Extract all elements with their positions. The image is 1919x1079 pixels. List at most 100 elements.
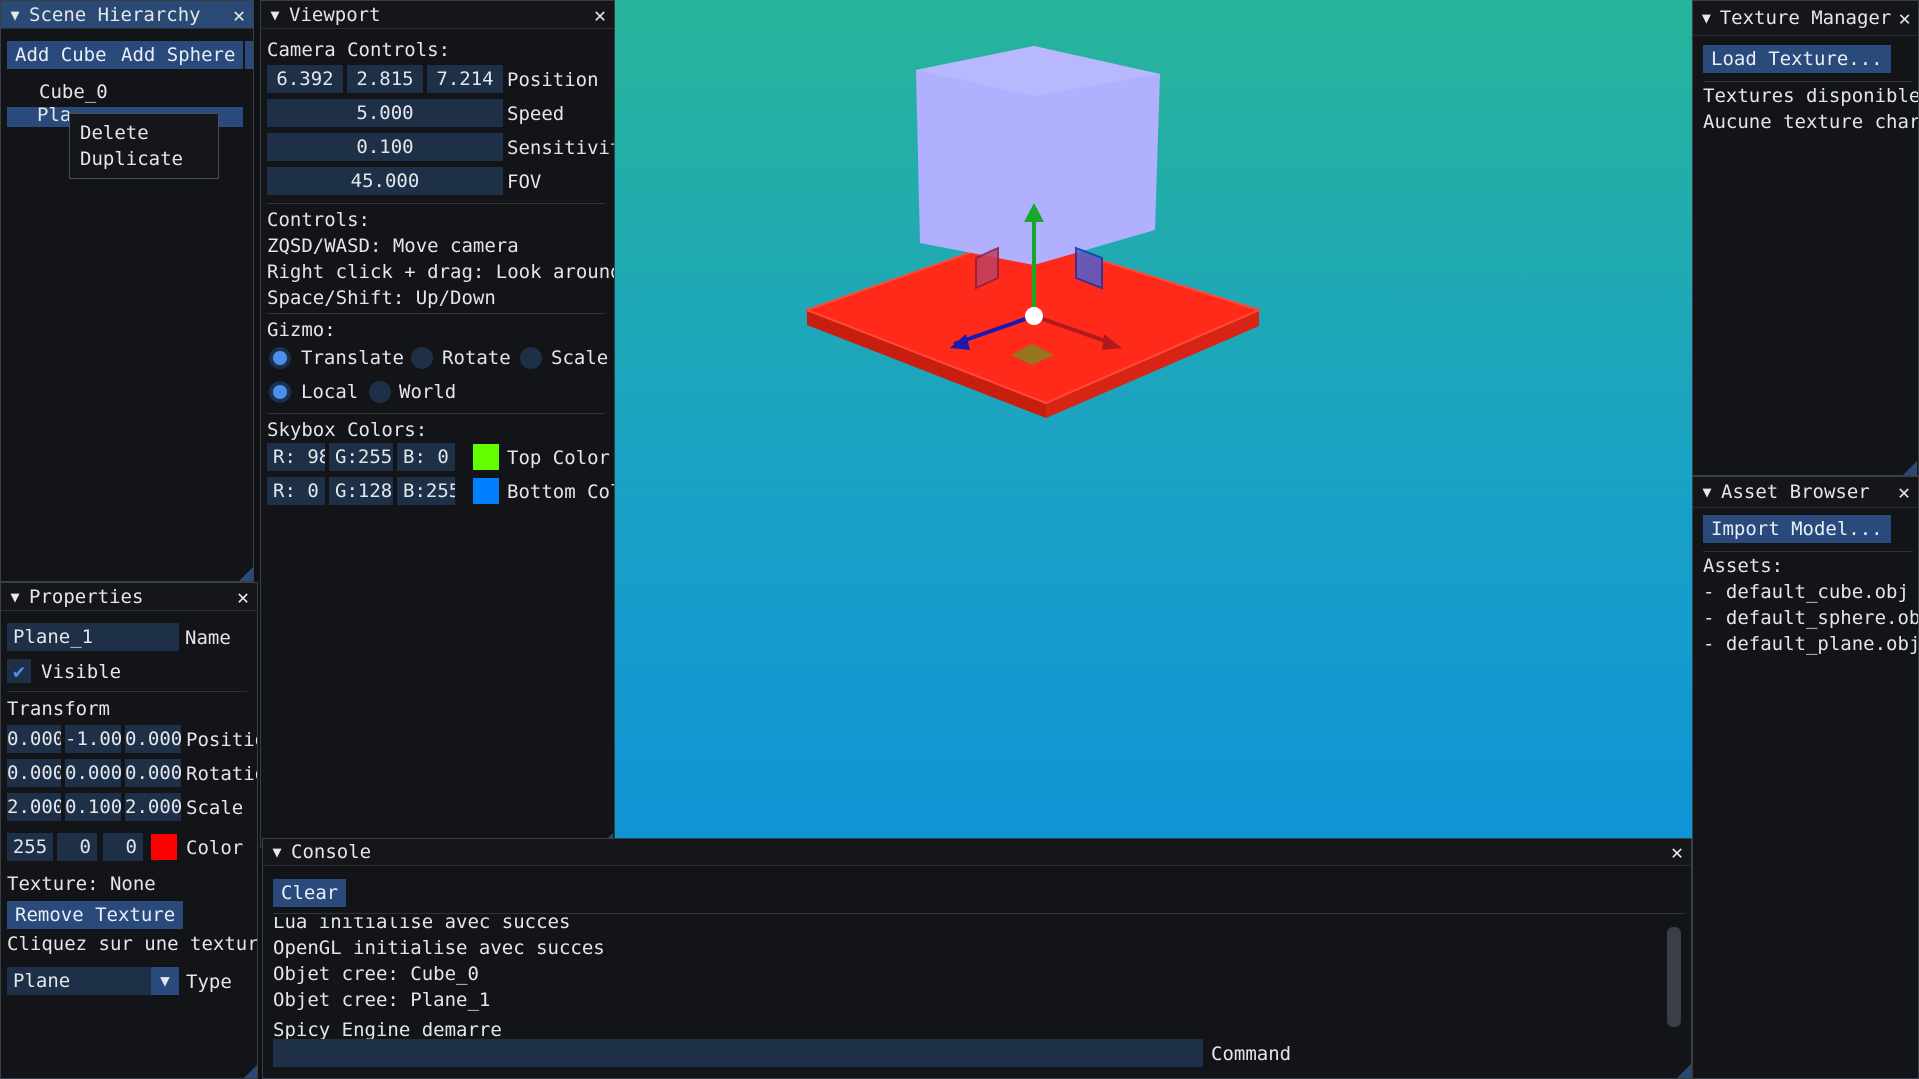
- scale-y-input[interactable]: 0.100: [65, 793, 121, 821]
- skybox-bottom-label: Bottom Col: [507, 481, 615, 503]
- gizmo-scale-label: Scale: [551, 347, 609, 369]
- add-sphere-button[interactable]: Add Sphere: [113, 41, 244, 69]
- console-titlebar[interactable]: ▼ Console ✕: [263, 839, 1691, 866]
- texture-manager-titlebar[interactable]: ▼ Texture Manager ✕: [1693, 1, 1918, 36]
- camera-speed-input[interactable]: 5.000: [267, 99, 503, 127]
- color-g-input[interactable]: 0: [57, 833, 97, 861]
- close-icon[interactable]: ✕: [225, 3, 253, 27]
- close-icon[interactable]: ✕: [229, 585, 257, 609]
- gizmo-translate-radio[interactable]: [269, 347, 291, 369]
- gizmo-rotate-radio[interactable]: [411, 347, 433, 369]
- asset-browser-titlebar[interactable]: ▼ Asset Browser ✕: [1693, 477, 1918, 508]
- skybox-top-b-input[interactable]: B: 0: [397, 443, 455, 471]
- asset-item[interactable]: - default_sphere.obj: [1703, 607, 1918, 629]
- name-label: Name: [185, 627, 231, 649]
- chevron-down-icon: ▼: [151, 967, 179, 995]
- resize-grip[interactable]: [1903, 461, 1917, 475]
- position-label: Positio: [186, 729, 257, 751]
- gizmo-scale-radio[interactable]: [520, 347, 542, 369]
- window-title: Console: [291, 841, 372, 863]
- collapse-arrow-icon[interactable]: ▼: [1, 588, 29, 606]
- context-menu-duplicate[interactable]: Duplicate: [80, 148, 183, 170]
- close-icon[interactable]: ✕: [1663, 840, 1691, 864]
- close-icon[interactable]: ✕: [1890, 480, 1918, 504]
- camera-fov-label: FOV: [507, 171, 542, 193]
- type-select-value: Plane: [13, 970, 71, 992]
- scale-z-input[interactable]: 2.000: [125, 793, 181, 821]
- camera-position-z-input[interactable]: 7.214: [427, 65, 503, 93]
- rotation-y-input[interactable]: 0.000: [65, 759, 121, 787]
- context-menu-delete[interactable]: Delete: [80, 122, 149, 144]
- camera-position-y-input[interactable]: 2.815: [347, 65, 423, 93]
- position-z-input[interactable]: 0.000: [125, 725, 181, 753]
- color-b-input[interactable]: 0: [103, 833, 143, 861]
- resize-grip[interactable]: [243, 1065, 257, 1078]
- asset-item[interactable]: - default_cube.obj: [1703, 581, 1909, 603]
- console-window: ▼ Console ✕ Clear Lua initialise avec su…: [262, 838, 1692, 1079]
- rotation-x-input[interactable]: 0.000: [7, 759, 61, 787]
- scene-hierarchy-titlebar[interactable]: ▼ Scene Hierarchy ✕: [1, 1, 253, 29]
- skybox-top-r-input[interactable]: R: 98: [267, 443, 325, 471]
- asset-item[interactable]: - default_plane.obj: [1703, 633, 1918, 655]
- assets-label: Assets:: [1703, 555, 1784, 577]
- skybox-top-g-input[interactable]: G:255: [329, 443, 393, 471]
- console-scrollbar[interactable]: [1667, 927, 1681, 1027]
- color-swatch[interactable]: [151, 834, 177, 860]
- separator: [267, 313, 605, 314]
- type-select[interactable]: Plane ▼: [7, 967, 179, 995]
- resize-grip[interactable]: [239, 567, 253, 581]
- add-cube-button[interactable]: Add Cube: [7, 41, 115, 69]
- color-r-input[interactable]: 255: [7, 833, 53, 861]
- window-title: Viewport: [289, 3, 381, 26]
- camera-sensitivity-input[interactable]: 0.100: [267, 133, 503, 161]
- clear-button[interactable]: Clear: [273, 879, 347, 907]
- position-y-input[interactable]: -1.00: [65, 725, 121, 753]
- hierarchy-item-cube[interactable]: Cube_0: [39, 81, 108, 103]
- remove-texture-button[interactable]: Remove Texture: [7, 901, 184, 929]
- textures-available-label: Textures disponibles: [1703, 85, 1919, 107]
- properties-titlebar[interactable]: ▼ Properties ✕: [1, 583, 257, 611]
- camera-sensitivity-label: Sensitivit: [507, 137, 615, 159]
- gizmo-center[interactable]: [1025, 307, 1043, 325]
- add-plane-button[interactable]: [245, 41, 253, 69]
- window-title: Properties: [29, 585, 144, 608]
- close-icon[interactable]: ✕: [1891, 6, 1918, 30]
- load-texture-button[interactable]: Load Texture...: [1703, 45, 1891, 73]
- collapse-arrow-icon[interactable]: ▼: [261, 6, 289, 24]
- window-title: Asset Browser: [1721, 481, 1870, 503]
- close-icon[interactable]: ✕: [586, 3, 614, 27]
- collapse-arrow-icon[interactable]: ▼: [1693, 9, 1720, 27]
- import-model-button[interactable]: Import Model...: [1703, 515, 1891, 543]
- gizmo-world-radio[interactable]: [369, 381, 391, 403]
- skybox-bottom-g-input[interactable]: G:128: [329, 477, 393, 505]
- scale-label: Scale: [186, 797, 244, 819]
- texture-hint: Cliquez sur une texture: [7, 933, 258, 955]
- collapse-arrow-icon[interactable]: ▼: [1693, 483, 1721, 501]
- resize-grip[interactable]: [1677, 1064, 1691, 1078]
- gizmo-local-radio[interactable]: [269, 381, 291, 403]
- viewport-render[interactable]: [614, 0, 1692, 838]
- camera-position-x-input[interactable]: 6.392: [267, 65, 343, 93]
- camera-fov-input[interactable]: 45.000: [267, 167, 503, 195]
- scale-x-input[interactable]: 2.000: [7, 793, 61, 821]
- gizmo-heading: Gizmo:: [267, 319, 336, 341]
- name-input[interactable]: Plane_1: [7, 623, 179, 651]
- skybox-bottom-swatch[interactable]: [473, 478, 499, 504]
- skybox-bottom-b-input[interactable]: B:255: [397, 477, 455, 505]
- command-input[interactable]: [273, 1039, 1203, 1067]
- visible-checkbox[interactable]: ✔: [7, 659, 31, 683]
- skybox-bottom-r-input[interactable]: R: 0: [267, 477, 325, 505]
- position-x-input[interactable]: 0.000: [7, 725, 61, 753]
- collapse-arrow-icon[interactable]: ▼: [263, 843, 291, 861]
- camera-controls-heading: Camera Controls:: [267, 39, 451, 61]
- hierarchy-item-plane-label: Pla: [37, 104, 72, 126]
- viewport-titlebar[interactable]: ▼ Viewport ✕: [261, 1, 614, 29]
- separator: [1703, 551, 1913, 552]
- context-menu: Delete Duplicate: [69, 113, 219, 179]
- console-log[interactable]: Lua initialise avec succes OpenGL initia…: [273, 917, 1685, 1021]
- controls-line: ZQSD/WASD: Move camera: [267, 235, 519, 257]
- rotation-z-input[interactable]: 0.000: [125, 759, 181, 787]
- console-line: Objet cree: Cube_0: [273, 963, 479, 985]
- collapse-arrow-icon[interactable]: ▼: [1, 6, 29, 24]
- skybox-top-swatch[interactable]: [473, 444, 499, 470]
